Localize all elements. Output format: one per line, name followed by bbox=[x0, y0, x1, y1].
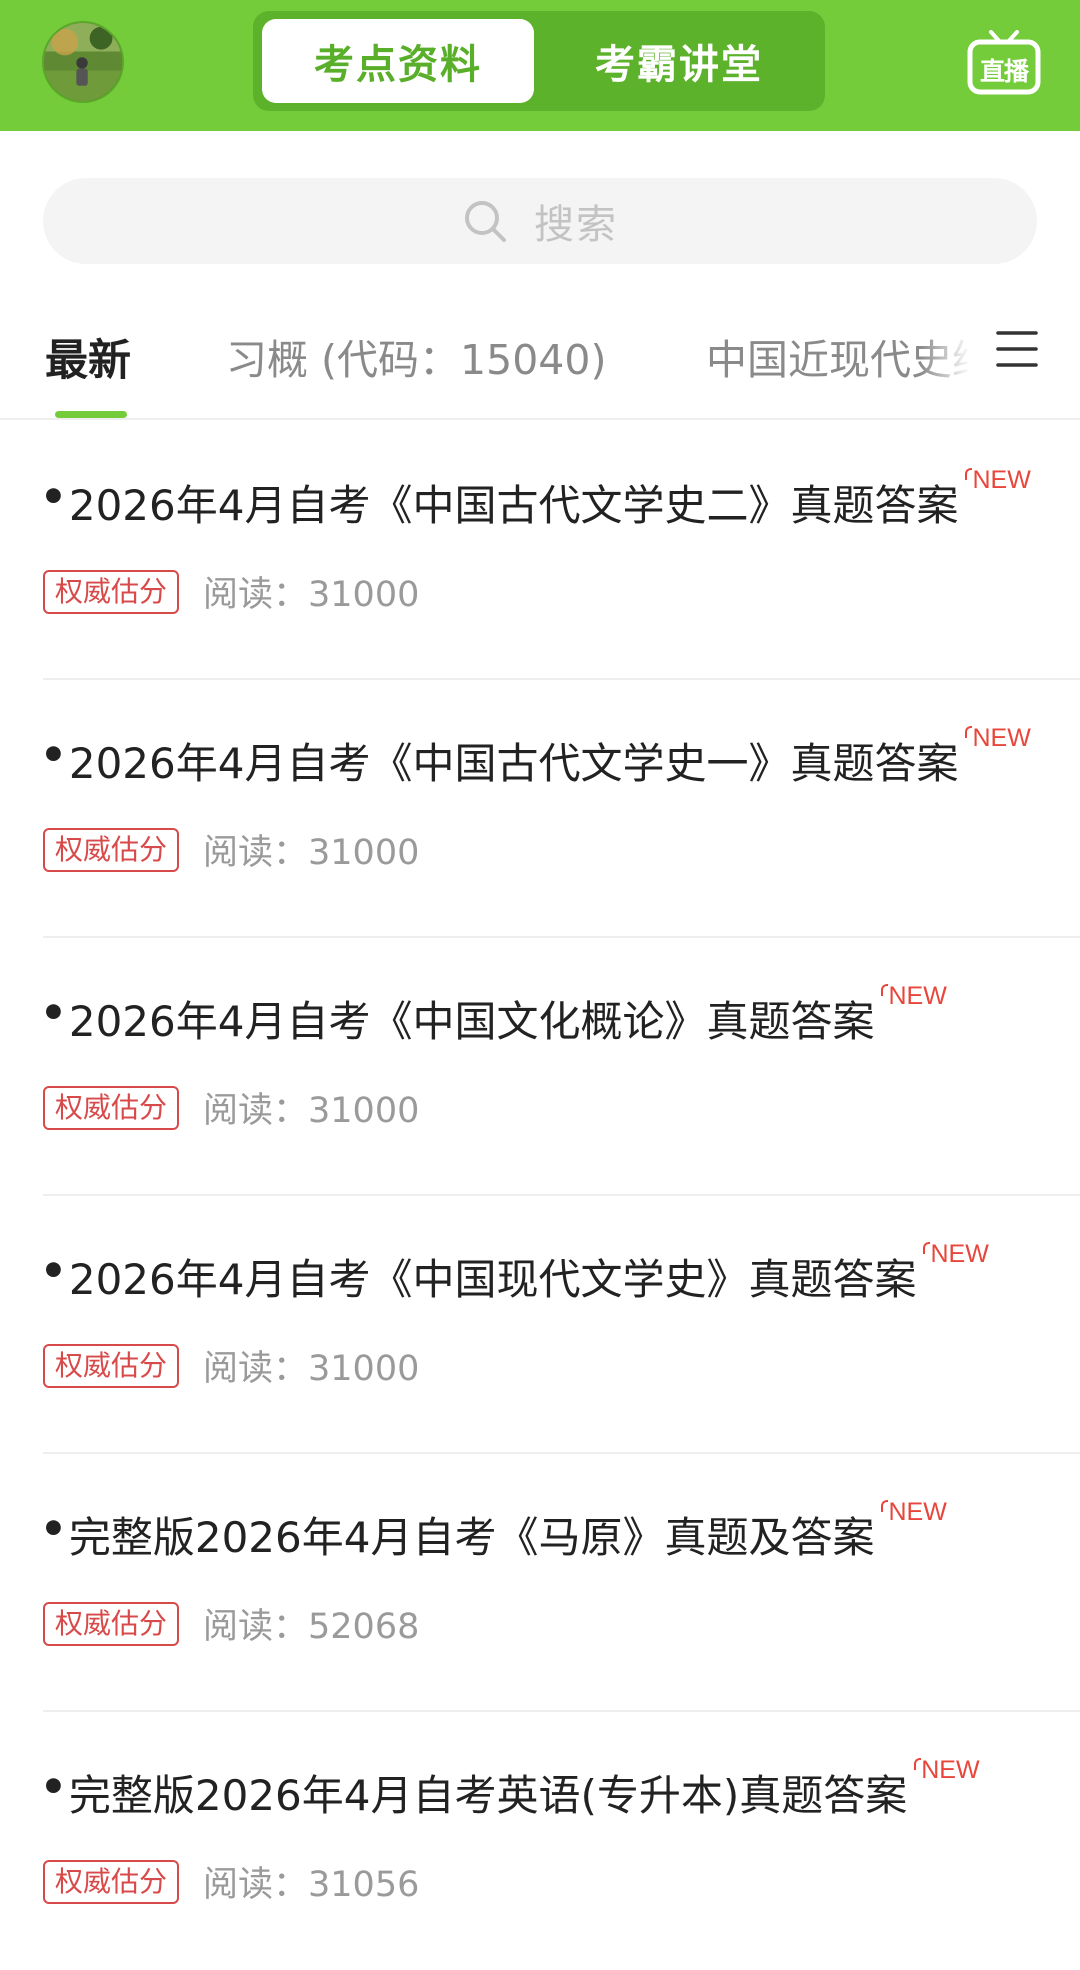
read-count: 阅读：31056 bbox=[203, 1865, 420, 1905]
bullet: • bbox=[40, 1504, 67, 1553]
header-segmented-control: 考点资料 考霸讲堂 bbox=[253, 11, 825, 111]
bullet: • bbox=[40, 472, 67, 521]
new-badge: NEW bbox=[965, 466, 1031, 494]
bullet: • bbox=[40, 988, 67, 1037]
article-meta: 权威估分 阅读：52068 bbox=[43, 1598, 419, 1649]
tabs-fade-overlay bbox=[920, 310, 980, 400]
bullet: • bbox=[40, 730, 67, 779]
list-item[interactable]: • 2026年4月自考《中国古代文学史二》真题答案 NEW 权威估分 阅读：31… bbox=[0, 422, 1080, 680]
new-badge: NEW bbox=[881, 982, 947, 1010]
article-title: 完整版2026年4月自考《马原》真题及答案 bbox=[68, 1513, 875, 1562]
bullet: • bbox=[40, 1762, 67, 1811]
bullet: • bbox=[40, 1246, 67, 1295]
avatar[interactable] bbox=[42, 21, 124, 103]
new-badge: NEW bbox=[881, 1498, 947, 1526]
avatar-image bbox=[44, 23, 122, 101]
active-tab-indicator bbox=[55, 411, 127, 418]
search-icon bbox=[462, 198, 508, 244]
article-tag: 权威估分 bbox=[43, 1343, 180, 1388]
article-meta: 权威估分 阅读：31000 bbox=[43, 1340, 419, 1391]
new-badge: NEW bbox=[914, 1756, 980, 1784]
read-count: 阅读：31000 bbox=[203, 1349, 420, 1389]
top-header: 考点资料 考霸讲堂 直播 bbox=[0, 0, 1080, 131]
list-item[interactable]: • 2026年4月自考《中国现代文学史》真题答案 NEW 权威估分 阅读：310… bbox=[0, 1196, 1080, 1454]
article-title: 2026年4月自考《中国古代文学史一》真题答案 bbox=[68, 739, 959, 788]
article-title-row: • 2026年4月自考《中国古代文学史一》真题答案 NEW bbox=[40, 724, 1031, 791]
article-meta: 权威估分 阅读：31056 bbox=[43, 1856, 419, 1907]
article-title-row: • 完整版2026年4月自考英语(专升本)真题答案 NEW bbox=[40, 1756, 980, 1823]
article-title-row: • 完整版2026年4月自考《马原》真题及答案 NEW bbox=[40, 1498, 947, 1565]
live-button[interactable]: 直播 bbox=[967, 30, 1041, 96]
tab-latest[interactable]: 最新 bbox=[45, 326, 131, 388]
read-count: 阅读：31000 bbox=[203, 833, 420, 873]
list-item[interactable]: • 2026年4月自考《中国文化概论》真题答案 NEW 权威估分 阅读：3100… bbox=[0, 938, 1080, 1196]
article-meta: 权威估分 阅读：31000 bbox=[43, 824, 419, 875]
new-badge: NEW bbox=[965, 724, 1031, 752]
new-badge: NEW bbox=[923, 1240, 989, 1268]
tab-lecture-hall[interactable]: 考霸讲堂 bbox=[543, 19, 815, 103]
search-placeholder: 搜索 bbox=[534, 202, 618, 248]
read-count: 阅读：31000 bbox=[203, 1091, 420, 1131]
article-title-row: • 2026年4月自考《中国古代文学史二》真题答案 NEW bbox=[40, 466, 1031, 533]
list-item[interactable]: • 2026年4月自考《中国古代文学史一》真题答案 NEW 权威估分 阅读：31… bbox=[0, 680, 1080, 938]
tab-study-materials[interactable]: 考点资料 bbox=[262, 19, 534, 103]
article-tag: 权威估分 bbox=[43, 1085, 180, 1130]
read-count: 阅读：31000 bbox=[203, 575, 420, 615]
article-title-row: • 2026年4月自考《中国文化概论》真题答案 NEW bbox=[40, 982, 947, 1049]
list-item[interactable]: • 完整版2026年4月自考英语(专升本)真题答案 NEW 权威估分 阅读：31… bbox=[0, 1712, 1080, 1970]
article-meta: 权威估分 阅读：31000 bbox=[43, 566, 419, 617]
article-title: 2026年4月自考《中国文化概论》真题答案 bbox=[68, 997, 875, 1046]
search-bar[interactable]: 搜索 bbox=[43, 178, 1037, 264]
article-tag: 权威估分 bbox=[43, 1601, 180, 1646]
article-title: 2026年4月自考《中国现代文学史》真题答案 bbox=[68, 1255, 917, 1304]
article-list: • 2026年4月自考《中国古代文学史二》真题答案 NEW 权威估分 阅读：31… bbox=[0, 422, 1080, 1970]
category-tabs: 最新 习概 (代码：15040) 中国近现代史纲要 bbox=[0, 300, 1080, 420]
article-title: 完整版2026年4月自考英语(专升本)真题答案 bbox=[68, 1771, 908, 1820]
article-title: 2026年4月自考《中国古代文学史二》真题答案 bbox=[68, 481, 959, 530]
article-tag: 权威估分 bbox=[43, 1859, 180, 1904]
read-count: 阅读：52068 bbox=[203, 1607, 420, 1647]
menu-icon[interactable] bbox=[995, 327, 1039, 371]
article-meta: 权威估分 阅读：31000 bbox=[43, 1082, 419, 1133]
article-tag: 权威估分 bbox=[43, 569, 180, 614]
live-label: 直播 bbox=[979, 57, 1029, 86]
article-tag: 权威估分 bbox=[43, 827, 180, 872]
list-item[interactable]: • 完整版2026年4月自考《马原》真题及答案 NEW 权威估分 阅读：5206… bbox=[0, 1454, 1080, 1712]
tab-xigai[interactable]: 习概 (代码：15040) bbox=[226, 326, 606, 386]
article-title-row: • 2026年4月自考《中国现代文学史》真题答案 NEW bbox=[40, 1240, 989, 1307]
